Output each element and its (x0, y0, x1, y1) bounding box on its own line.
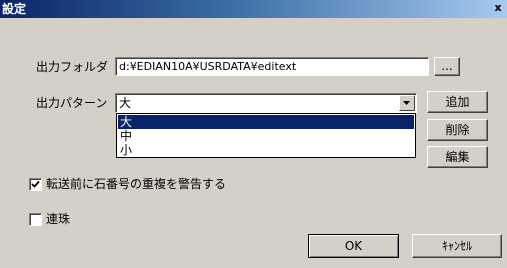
browse-button-label: ... (441, 59, 453, 73)
add-button-label: 追加 (445, 95, 470, 109)
renju-label[interactable]: 連珠 (46, 212, 70, 226)
browse-button[interactable]: ... (434, 57, 460, 76)
output-pattern-selected: 大 (119, 96, 132, 110)
list-option-medium[interactable]: 中 (118, 129, 414, 143)
checkmark-icon (31, 180, 40, 188)
settings-dialog: 設定 x 出力フォルダ d:¥EDIAN10A¥USRDATA¥editext … (0, 0, 507, 268)
cancel-button[interactable]: ｷｬﾝｾﾙ (412, 234, 502, 258)
output-folder-value: d:¥EDIAN10A¥USRDATA¥editext (119, 60, 297, 73)
delete-button-label: 削除 (445, 123, 470, 137)
output-pattern-list[interactable]: 大 中 小 (116, 113, 416, 158)
window-title: 設定 (2, 2, 27, 16)
title-bar[interactable]: 設定 x (0, 0, 507, 18)
output-folder-label: 出力フォルダ (36, 60, 109, 74)
edit-button[interactable]: 編集 (427, 146, 488, 168)
warn-duplicate-label[interactable]: 転送前に石番号の重複を警告する (46, 177, 226, 191)
list-option-large[interactable]: 大 (118, 115, 414, 129)
warn-duplicate-checkbox[interactable] (29, 178, 42, 191)
add-button[interactable]: 追加 (427, 91, 488, 113)
renju-checkbox[interactable] (29, 213, 42, 226)
output-pattern-label: 出力パターン (36, 96, 108, 110)
close-icon[interactable]: x (491, 2, 505, 15)
delete-button[interactable]: 削除 (427, 119, 488, 141)
ok-button[interactable]: OK (308, 234, 399, 258)
edit-button-label: 編集 (445, 150, 470, 164)
list-option-small[interactable]: 小 (118, 143, 414, 157)
output-pattern-select[interactable]: 大 (115, 93, 417, 113)
output-folder-field[interactable]: d:¥EDIAN10A¥USRDATA¥editext (115, 57, 429, 76)
cancel-button-label: ｷｬﾝｾﾙ (441, 239, 472, 253)
ok-button-label: OK (344, 239, 363, 253)
dropdown-toggle[interactable] (399, 95, 415, 111)
chevron-down-icon (403, 101, 410, 105)
